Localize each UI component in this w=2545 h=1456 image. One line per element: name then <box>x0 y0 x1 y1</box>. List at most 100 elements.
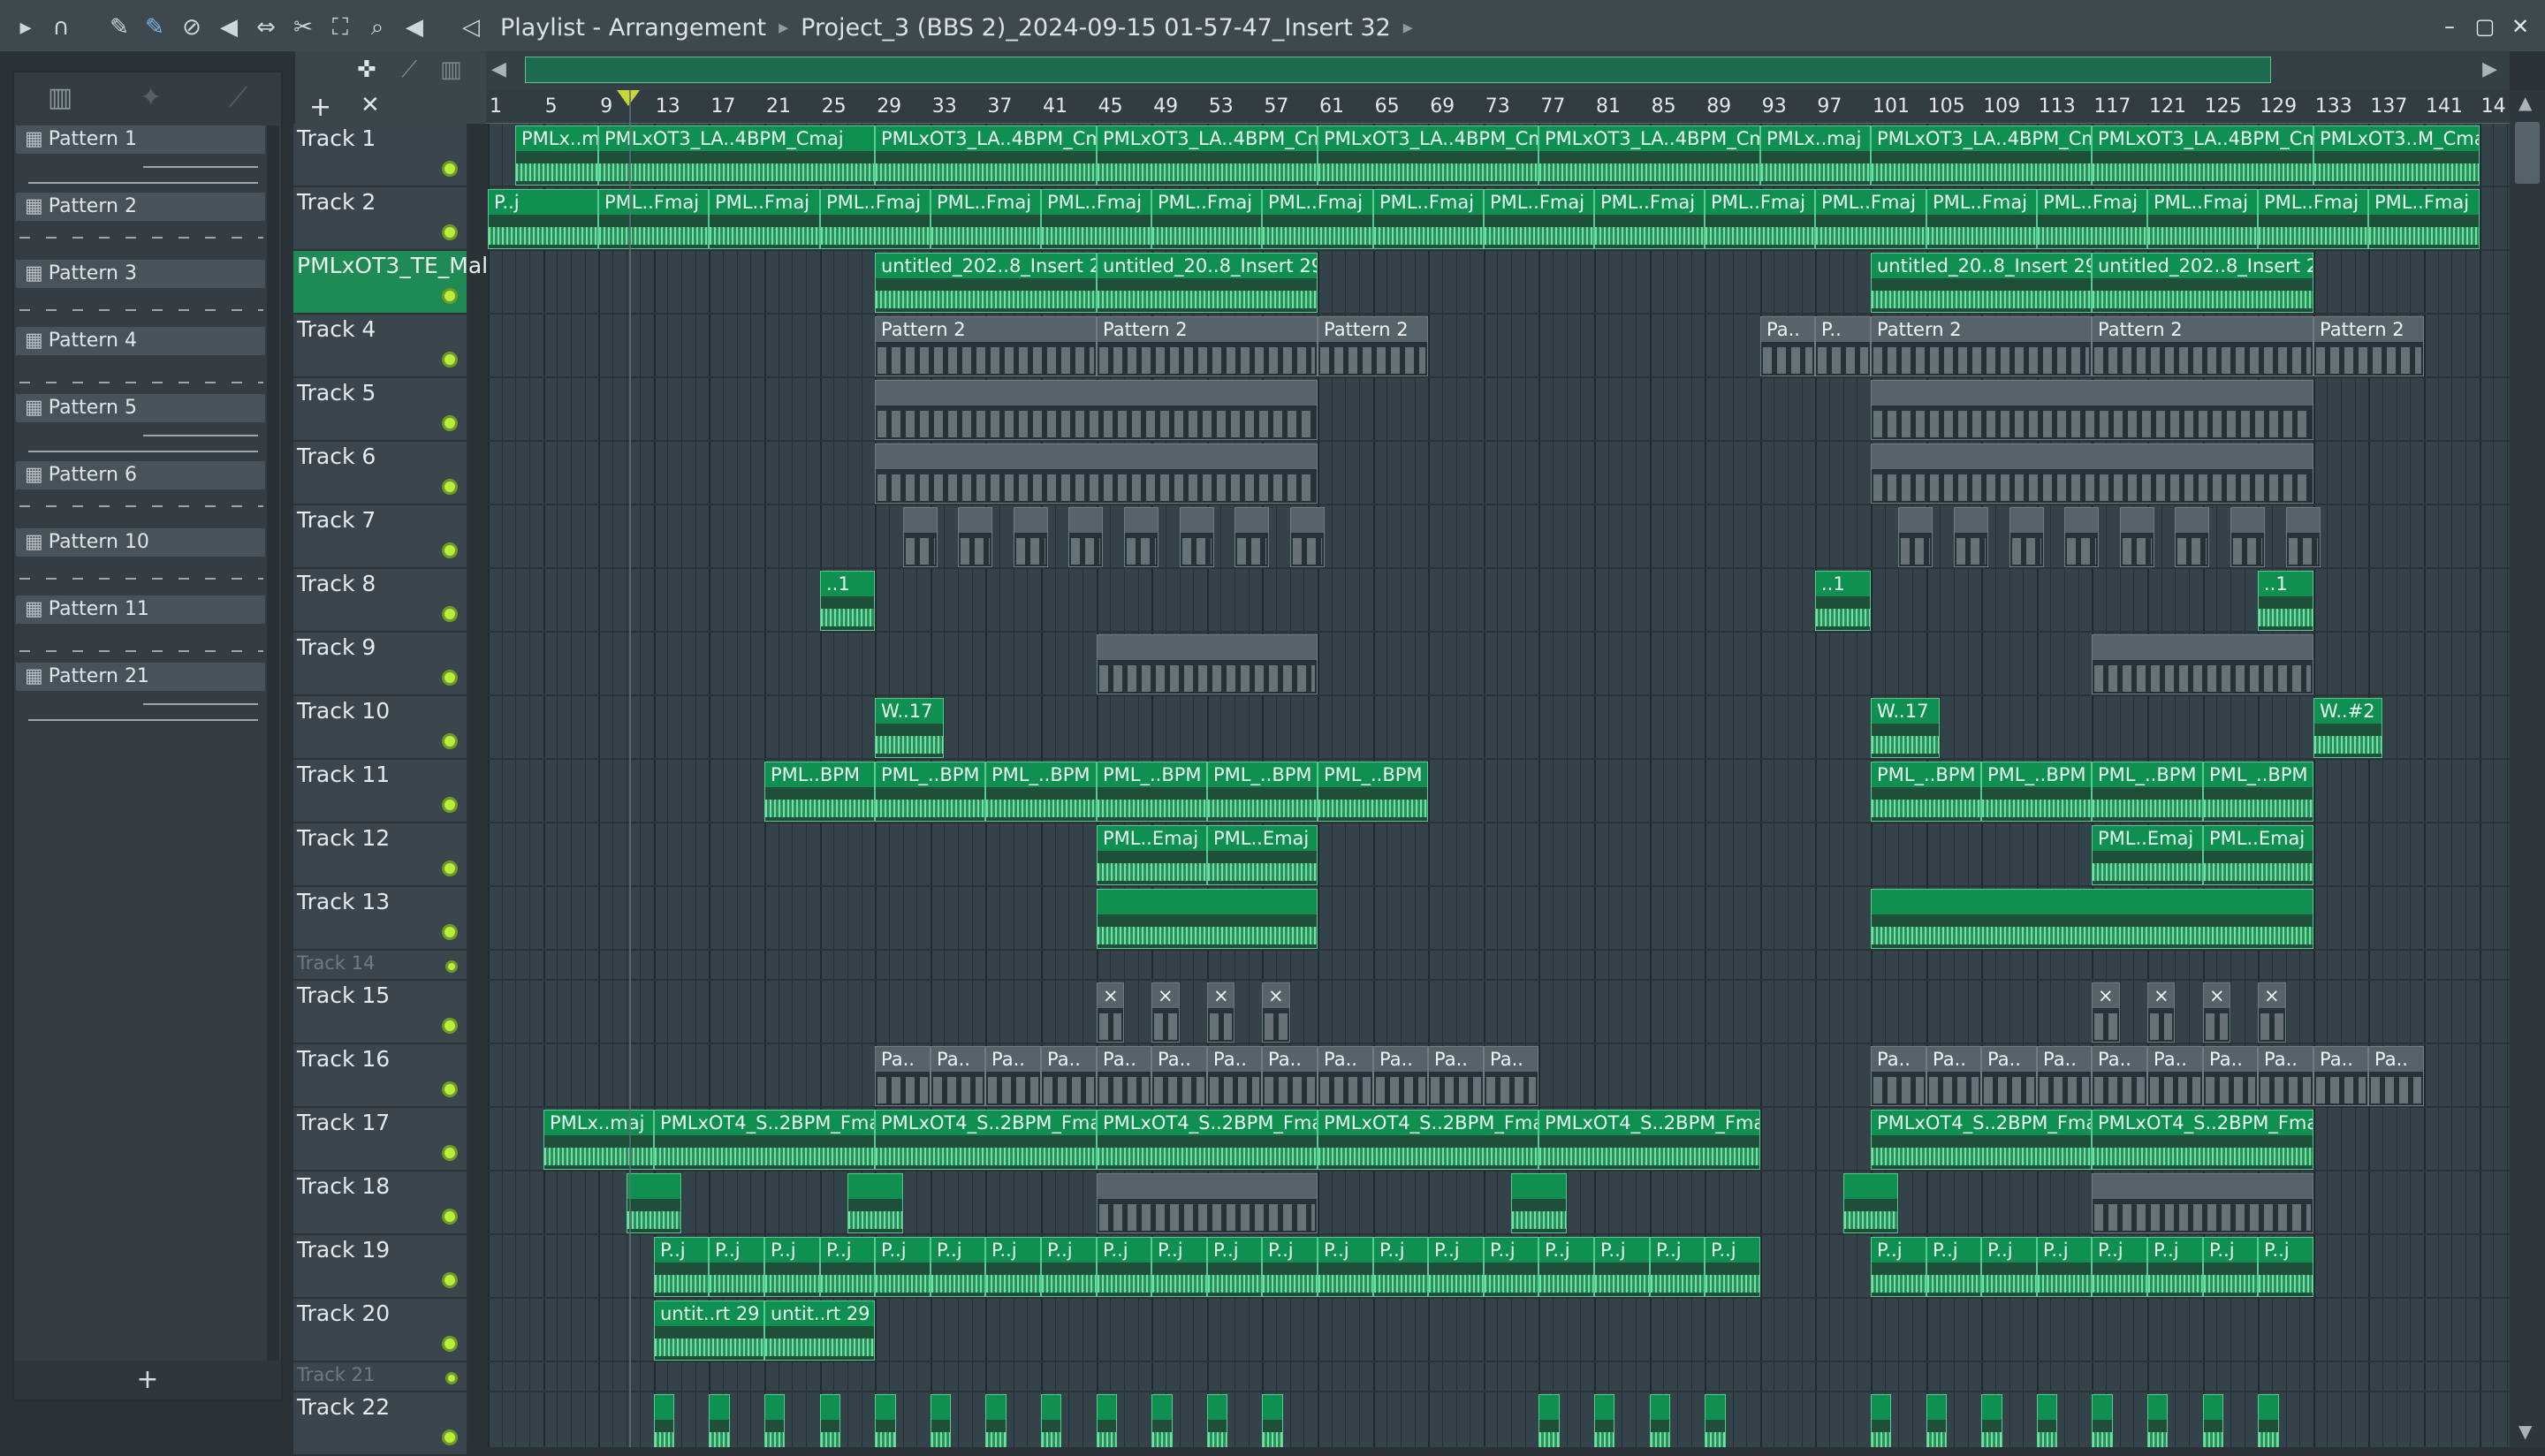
audio-clip[interactable]: untit..rt 29 <box>764 1301 875 1361</box>
pencil-icon[interactable]: ✎ <box>104 12 134 42</box>
scroll-right-icon[interactable]: ▶ <box>2482 58 2497 80</box>
pattern-clip[interactable]: Pa.. <box>1041 1046 1097 1106</box>
audio-clip[interactable]: PML_..BPM <box>1871 762 1981 822</box>
slice-icon[interactable]: ✂ <box>288 12 318 42</box>
pattern-clip[interactable] <box>2064 507 2099 567</box>
audio-clip[interactable] <box>1705 1394 1726 1447</box>
audio-clip[interactable]: untitled_20..8_Insert 29 <box>1097 253 1318 313</box>
audio-clip[interactable] <box>2258 1394 2279 1447</box>
audio-clip[interactable]: PML..Fmaj <box>1705 189 1815 249</box>
track-mute-led[interactable] <box>442 1145 458 1161</box>
audio-clip[interactable]: PMLxOT3_LA..4BPM_Cmaj <box>1871 125 2092 186</box>
audio-clip[interactable]: PML..Fmaj <box>598 189 709 249</box>
pattern-clip[interactable]: Pa.. <box>985 1046 1041 1106</box>
audio-clip[interactable]: P..j <box>1981 1237 2037 1297</box>
delete-icon[interactable]: ⊘ <box>177 12 207 42</box>
pattern-clip[interactable]: Pa.. <box>2258 1046 2313 1106</box>
pattern-item-header[interactable]: ▦ Pattern 10 <box>16 528 265 557</box>
select-icon[interactable]: ⛶ <box>325 12 355 42</box>
audio-clip[interactable] <box>2092 1394 2113 1447</box>
pattern-clip[interactable]: × <box>1151 982 1180 1043</box>
pattern-item[interactable]: ▦ Pattern 11 <box>14 595 267 663</box>
audio-clip[interactable]: PMLxOT4_S..2BPM_Fmaj <box>654 1110 875 1170</box>
pattern-item-header[interactable]: ▦ Pattern 2 <box>16 193 265 221</box>
add-pattern-button[interactable]: + <box>14 1361 281 1399</box>
pattern-clip[interactable]: Pa.. <box>1871 1046 1926 1106</box>
scroll-thumb[interactable] <box>2515 122 2540 184</box>
pattern-clip[interactable] <box>2175 507 2209 567</box>
audio-clip[interactable]: P..j <box>1871 1237 1926 1297</box>
timeline-ruler[interactable]: 1 5 9 13 17 21 25 29 33 37 41 45 49 53 57 61 65 69 73 77 81 8… <box>486 90 2510 124</box>
audio-clip[interactable] <box>1594 1394 1614 1447</box>
pattern-clip[interactable] <box>1097 634 1318 694</box>
track-header[interactable]: PMLxOT3_TE_Mall.. <box>293 251 508 315</box>
pattern-clip[interactable]: Pa.. <box>1981 1046 2037 1106</box>
pattern-clip[interactable]: Pattern 2 <box>2092 316 2313 376</box>
scroll-down-icon[interactable]: ▼ <box>2518 1421 2532 1442</box>
track-header[interactable]: Track 18 <box>293 1172 467 1235</box>
audio-clip[interactable]: ..1 <box>1815 571 1871 631</box>
track-mute-led[interactable] <box>442 924 458 940</box>
audio-clip[interactable]: PML..Fmaj <box>1594 189 1705 249</box>
audio-clip[interactable]: PML_..BPM <box>1981 762 2092 822</box>
audio-clip[interactable] <box>875 1394 896 1447</box>
audio-clip[interactable]: PML..Fmaj <box>1484 189 1594 249</box>
audio-clip[interactable]: P..j <box>1151 1237 1207 1297</box>
audio-clip[interactable] <box>847 1173 903 1233</box>
audio-clip[interactable]: P..j <box>1428 1237 1484 1297</box>
audio-clip[interactable] <box>985 1394 1007 1447</box>
pattern-clip[interactable] <box>1290 507 1325 567</box>
browser-scrollbar[interactable] <box>267 125 279 1398</box>
add-track-icon[interactable]: + <box>309 92 331 123</box>
pattern-clip[interactable] <box>2009 507 2044 567</box>
audio-clip[interactable]: P..j <box>2258 1237 2313 1297</box>
audio-clip[interactable] <box>2203 1394 2223 1447</box>
audio-clip[interactable]: P..j <box>1373 1237 1428 1297</box>
audio-clip[interactable]: PMLxOT4_S..2BPM_Fmaj <box>1097 1110 1318 1170</box>
audio-clip[interactable] <box>1511 1173 1567 1233</box>
audio-clip[interactable]: PML_..BPM <box>1097 762 1207 822</box>
pattern-item[interactable]: ▦ Pattern 10 <box>14 528 267 595</box>
audio-clip[interactable]: PML..Fmaj <box>820 189 931 249</box>
pattern-item-header[interactable]: ▦ Pattern 11 <box>16 595 265 624</box>
slip-icon[interactable]: ⇔ <box>251 12 281 42</box>
track-mute-led[interactable] <box>442 1018 458 1034</box>
pattern-clip[interactable]: × <box>2092 982 2120 1043</box>
audio-clip[interactable]: PML..Fmaj <box>2147 189 2258 249</box>
audio-clip[interactable] <box>1538 1394 1560 1447</box>
audio-clip[interactable]: untit..rt 29 <box>654 1301 764 1361</box>
audio-clip[interactable] <box>1097 1394 1117 1447</box>
track-header[interactable]: Track 5 <box>293 378 467 442</box>
audio-clip[interactable] <box>1650 1394 1670 1447</box>
audio-clip[interactable]: P..j <box>654 1237 709 1297</box>
audio-clip[interactable]: P..j <box>1207 1237 1262 1297</box>
audio-clip[interactable] <box>709 1394 730 1447</box>
speaker-icon[interactable]: ◁ <box>456 12 486 42</box>
audio-clip[interactable]: P..j <box>709 1237 764 1297</box>
audio-clip[interactable]: PML_..BPM <box>875 762 985 822</box>
audio-clip[interactable]: P..j <box>1926 1237 1981 1297</box>
track-mute-led[interactable] <box>442 861 458 876</box>
audio-clip[interactable]: PML..Fmaj <box>1041 189 1151 249</box>
audio-clip[interactable]: P..j <box>1594 1237 1650 1297</box>
close-button[interactable]: ✕ <box>2503 11 2538 42</box>
pattern-clip[interactable] <box>1235 507 1269 567</box>
track-mute-led[interactable] <box>442 1209 458 1225</box>
pattern-clip[interactable] <box>1871 444 2313 504</box>
audio-clip[interactable]: PML..Fmaj <box>1151 189 1262 249</box>
audio-clip[interactable] <box>820 1394 840 1447</box>
track-mute-led[interactable] <box>442 161 458 177</box>
pattern-clip[interactable]: Pattern 2 <box>2313 316 2424 376</box>
minimize-button[interactable]: – <box>2432 11 2467 42</box>
audio-clip[interactable]: PMLxOT4_S..2BPM_Fmaj <box>1871 1110 2092 1170</box>
track-mute-led[interactable] <box>442 1081 458 1097</box>
track-header[interactable]: Track 2 <box>293 187 467 251</box>
pattern-item[interactable]: ▦ Pattern 1 <box>14 125 267 193</box>
pattern-clip[interactable]: Pa.. <box>1373 1046 1428 1106</box>
track-header[interactable]: Track 22 <box>293 1392 467 1456</box>
pattern-clip[interactable] <box>875 380 1318 440</box>
headphones-icon[interactable]: ∩ <box>46 12 76 42</box>
pattern-clip[interactable]: P.. <box>1815 316 1871 376</box>
audio-clip[interactable]: untitled_202..8_Insert 29 <box>875 253 1097 313</box>
pattern-clip[interactable]: × <box>2147 982 2175 1043</box>
